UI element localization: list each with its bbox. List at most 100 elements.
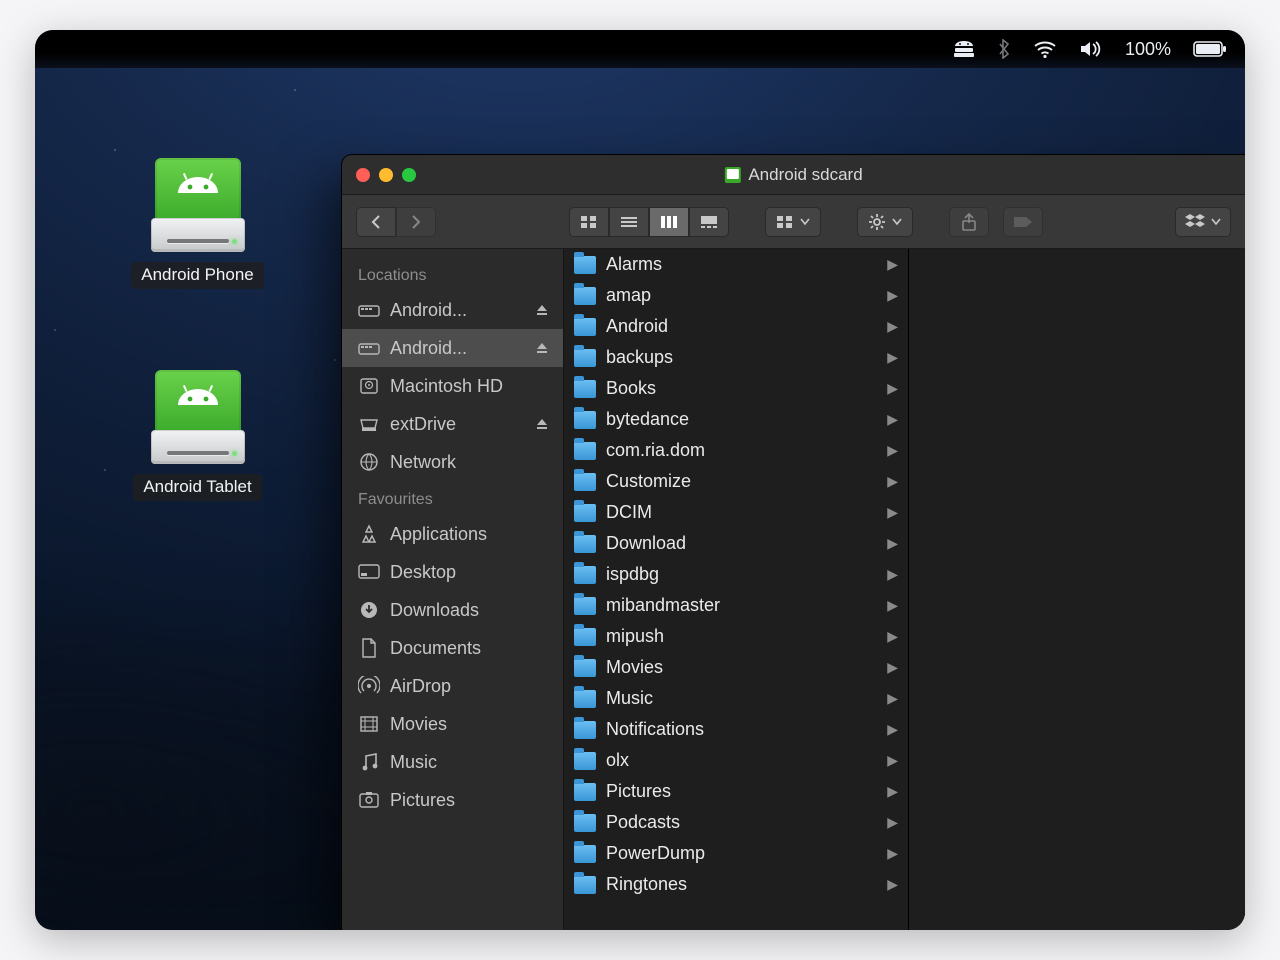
movies-icon bbox=[358, 715, 380, 733]
battery-percent: 100% bbox=[1125, 39, 1171, 60]
folder-row[interactable]: ispdbg▶ bbox=[564, 559, 908, 590]
drive-icon bbox=[358, 339, 380, 357]
folder-row[interactable]: Pictures ▶ bbox=[564, 776, 908, 807]
window-close-button[interactable] bbox=[356, 168, 370, 182]
volume-icon[interactable] bbox=[1079, 40, 1103, 58]
folder-icon bbox=[574, 411, 596, 429]
nav-back-button[interactable] bbox=[356, 207, 396, 237]
desktop-drive-label: Android Phone bbox=[131, 262, 263, 289]
sidebar-item-label: extDrive bbox=[390, 414, 525, 435]
finder-sidebar: LocationsAndroid...Android...Macintosh H… bbox=[342, 249, 564, 930]
sidebar-item-label: Pictures bbox=[390, 790, 551, 811]
folder-row[interactable]: Music▶ bbox=[564, 683, 908, 714]
sidebar-item[interactable]: Network bbox=[342, 443, 563, 481]
folder-row[interactable]: amap▶ bbox=[564, 280, 908, 311]
window-title-text: Android sdcard bbox=[748, 165, 862, 185]
window-zoom-button[interactable] bbox=[402, 168, 416, 182]
dropbox-button[interactable] bbox=[1175, 207, 1231, 237]
chevron-right-icon: ▶ bbox=[887, 411, 898, 428]
folder-icon bbox=[574, 535, 596, 553]
folder-row[interactable]: Notifications▶ bbox=[564, 714, 908, 745]
action-gear-button[interactable] bbox=[857, 207, 913, 237]
sidebar-item[interactable]: Android... bbox=[342, 291, 563, 329]
folder-name: Pictures bbox=[606, 781, 877, 802]
chevron-right-icon: ▶ bbox=[887, 783, 898, 800]
view-list-button[interactable] bbox=[609, 207, 649, 237]
finder-column-empty bbox=[909, 249, 1245, 930]
sidebar-item[interactable]: Desktop bbox=[342, 553, 563, 591]
folder-row[interactable]: olx▶ bbox=[564, 745, 908, 776]
sidebar-item[interactable]: Pictures bbox=[342, 781, 563, 819]
chevron-right-icon: ▶ bbox=[887, 380, 898, 397]
folder-row[interactable]: Movies▶ bbox=[564, 652, 908, 683]
desktop-drive-android-tablet[interactable]: Android Tablet bbox=[125, 370, 270, 501]
desktop-icon bbox=[358, 563, 380, 581]
folder-icon bbox=[574, 845, 596, 863]
eject-icon[interactable] bbox=[535, 303, 551, 317]
view-gallery-button[interactable] bbox=[689, 207, 729, 237]
chevron-right-icon: ▶ bbox=[887, 752, 898, 769]
folder-icon bbox=[574, 721, 596, 739]
desktop-drive-android-phone[interactable]: Android Phone bbox=[125, 158, 270, 289]
finder-titlebar[interactable]: Android sdcard bbox=[342, 155, 1245, 195]
sidebar-item[interactable]: extDrive bbox=[342, 405, 563, 443]
folder-row[interactable]: Alarms▶ bbox=[564, 249, 908, 280]
folder-row[interactable]: mipush▶ bbox=[564, 621, 908, 652]
sidebar-item[interactable]: AirDrop bbox=[342, 667, 563, 705]
folder-icon bbox=[574, 690, 596, 708]
chevron-right-icon: ▶ bbox=[887, 349, 898, 366]
view-icon-button[interactable] bbox=[569, 207, 609, 237]
sidebar-item[interactable]: Downloads bbox=[342, 591, 563, 629]
chevron-right-icon: ▶ bbox=[887, 845, 898, 862]
android-menuextra-icon[interactable] bbox=[953, 40, 975, 58]
battery-icon[interactable] bbox=[1193, 41, 1227, 57]
sidebar-item[interactable]: Movies bbox=[342, 705, 563, 743]
bluetooth-icon[interactable] bbox=[997, 39, 1011, 59]
folder-name: Music bbox=[606, 688, 877, 709]
nav-forward-button[interactable] bbox=[396, 207, 436, 237]
sidebar-item-label: Music bbox=[390, 752, 551, 773]
folder-row[interactable]: PowerDump▶ bbox=[564, 838, 908, 869]
folder-row[interactable]: com.ria.dom▶ bbox=[564, 435, 908, 466]
tags-button[interactable] bbox=[1003, 207, 1043, 237]
chevron-right-icon: ▶ bbox=[887, 566, 898, 583]
globe-icon bbox=[358, 453, 380, 471]
folder-icon bbox=[574, 628, 596, 646]
eject-icon[interactable] bbox=[535, 341, 551, 355]
folder-row[interactable]: DCIM▶ bbox=[564, 497, 908, 528]
airdrop-icon bbox=[358, 677, 380, 695]
sidebar-item[interactable]: Macintosh HD bbox=[342, 367, 563, 405]
macos-desktop: 100% Android Phone Android Tablet bbox=[35, 30, 1245, 930]
folder-row[interactable]: Ringtones▶ bbox=[564, 869, 908, 900]
folder-row[interactable]: mibandmaster▶ bbox=[564, 590, 908, 621]
folder-row[interactable]: Podcasts▶ bbox=[564, 807, 908, 838]
chevron-right-icon: ▶ bbox=[887, 318, 898, 335]
folder-row[interactable]: Android▶ bbox=[564, 311, 908, 342]
folder-name: Notifications bbox=[606, 719, 877, 740]
share-button[interactable] bbox=[949, 207, 989, 237]
chevron-right-icon: ▶ bbox=[887, 659, 898, 676]
folder-icon bbox=[574, 380, 596, 398]
documents-icon bbox=[358, 639, 380, 657]
view-column-button[interactable] bbox=[649, 207, 689, 237]
sidebar-item[interactable]: Music bbox=[342, 743, 563, 781]
sidebar-item[interactable]: Android... bbox=[342, 329, 563, 367]
folder-row[interactable]: Books ▶ bbox=[564, 373, 908, 404]
sidebar-item-label: Movies bbox=[390, 714, 551, 735]
folder-icon bbox=[574, 318, 596, 336]
pictures-icon bbox=[358, 791, 380, 809]
folder-icon bbox=[574, 814, 596, 832]
folder-row[interactable]: bytedance▶ bbox=[564, 404, 908, 435]
folder-row[interactable]: Customize▶ bbox=[564, 466, 908, 497]
folder-row[interactable]: Download▶ bbox=[564, 528, 908, 559]
wifi-icon[interactable] bbox=[1033, 40, 1057, 58]
folder-name: Books bbox=[606, 378, 877, 399]
folder-row[interactable]: backups▶ bbox=[564, 342, 908, 373]
sidebar-item[interactable]: Documents bbox=[342, 629, 563, 667]
sidebar-item-label: Desktop bbox=[390, 562, 551, 583]
window-minimize-button[interactable] bbox=[379, 168, 393, 182]
groupby-button[interactable] bbox=[765, 207, 821, 237]
downloads-icon bbox=[358, 601, 380, 619]
sidebar-item[interactable]: Applications bbox=[342, 515, 563, 553]
eject-icon[interactable] bbox=[535, 417, 551, 431]
